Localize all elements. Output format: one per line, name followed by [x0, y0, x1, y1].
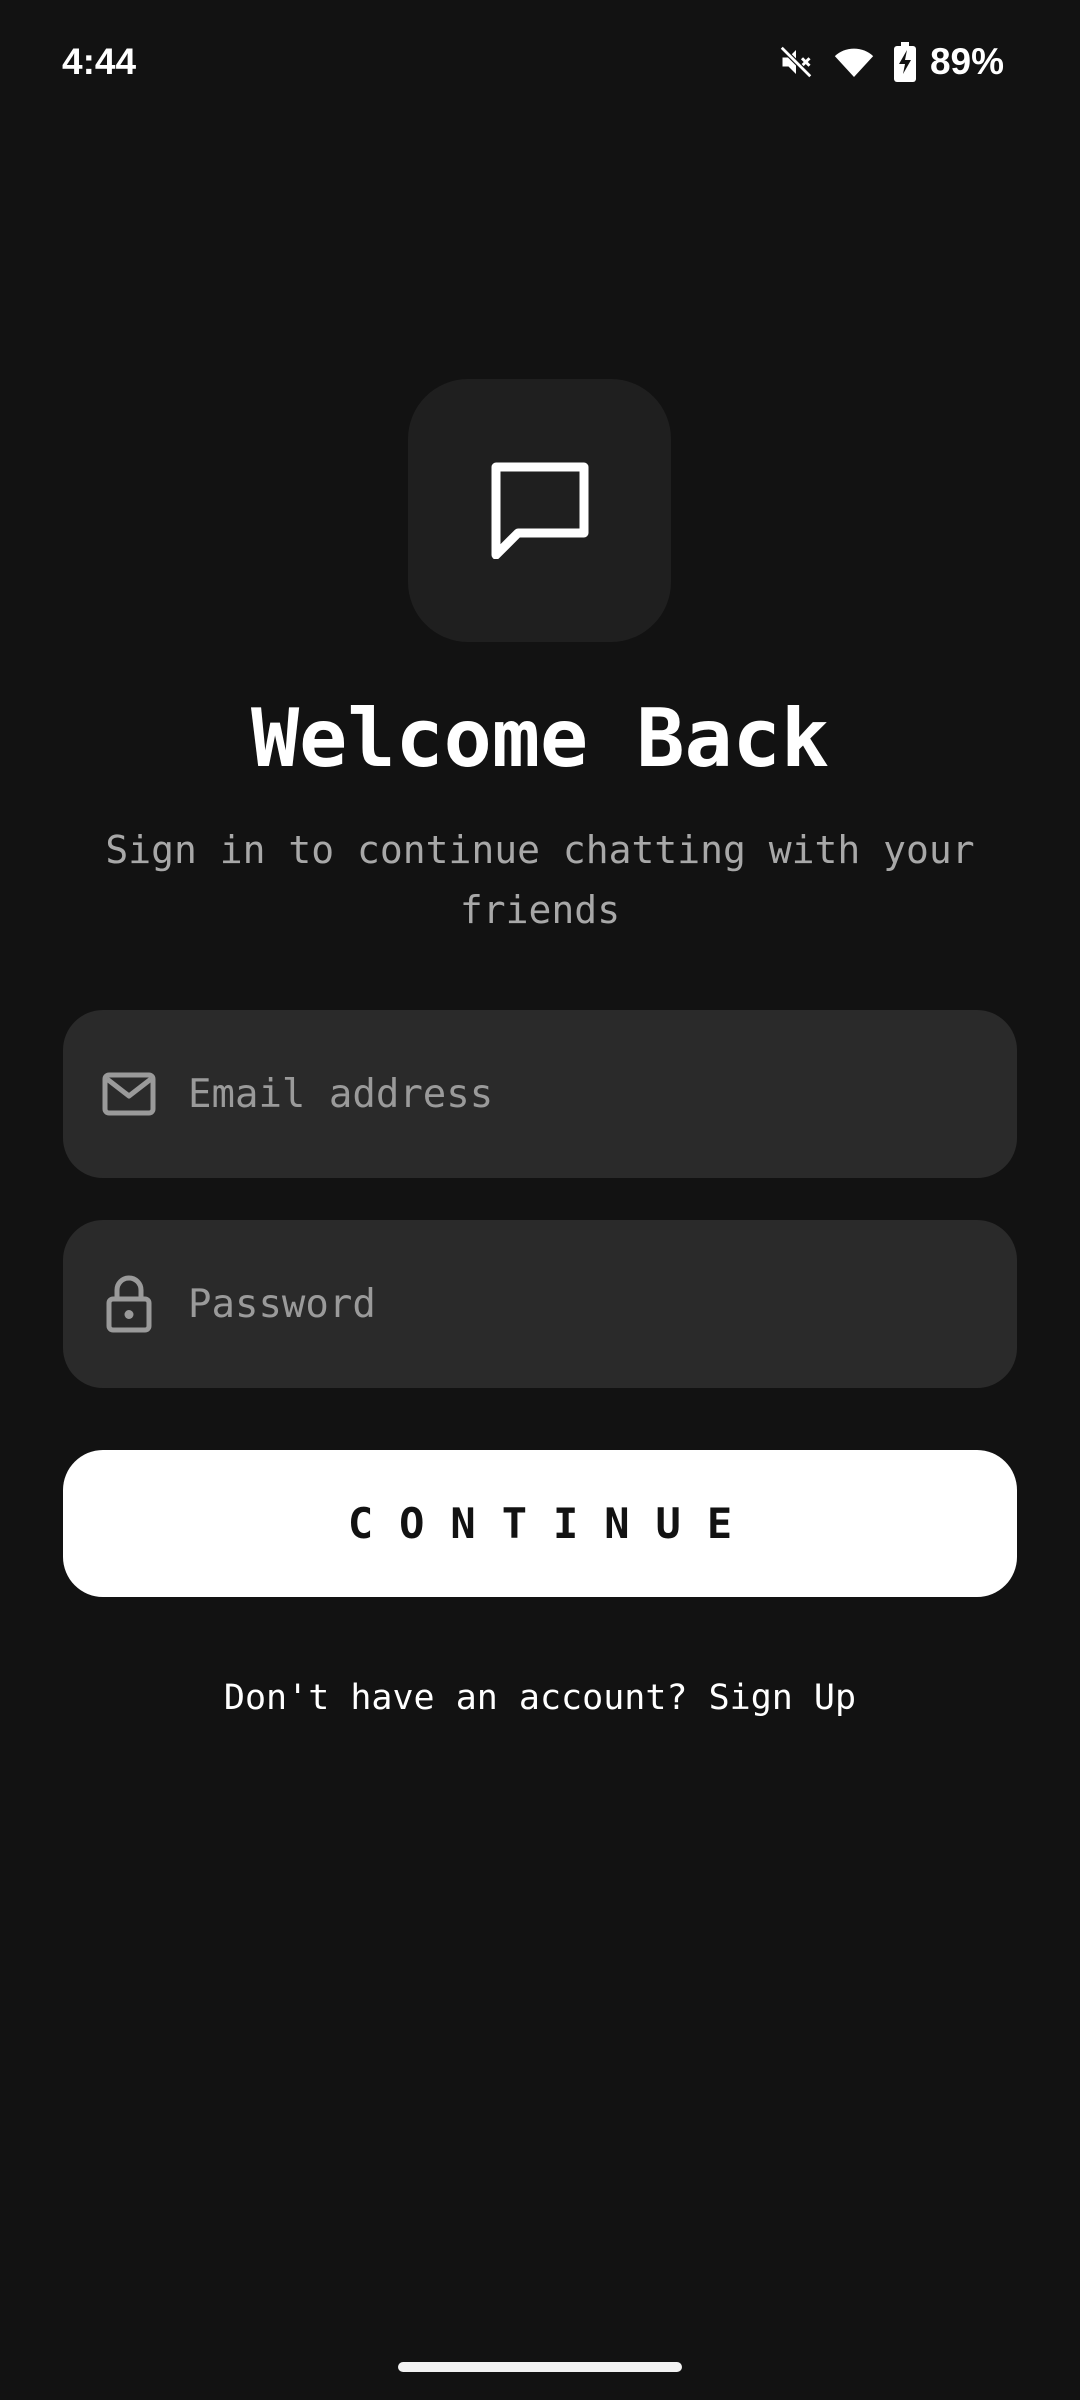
status-time: 4:44	[62, 41, 137, 82]
sign-up-link[interactable]: Sign Up	[709, 1678, 857, 1718]
chat-bubble-icon	[488, 459, 592, 563]
battery-percent: 89%	[929, 41, 1004, 82]
password-field-container[interactable]	[63, 1220, 1017, 1392]
lock-icon	[99, 1274, 159, 1334]
status-icons: 89%	[778, 36, 1004, 88]
email-field-container[interactable]	[63, 1010, 1017, 1182]
mute-icon	[778, 44, 814, 80]
continue-button[interactable]: CONTINUE	[63, 1450, 1017, 1597]
home-indicator[interactable]	[398, 2362, 682, 2372]
signup-prompt-text: Don't have an account?	[223, 1678, 688, 1718]
email-input[interactable]	[188, 1010, 988, 1182]
password-input[interactable]	[188, 1220, 988, 1392]
wifi-icon	[834, 44, 874, 80]
app-logo	[408, 379, 671, 642]
page-subtitle: Sign in to continue chatting with your f…	[105, 828, 975, 932]
page-title: Welcome Back	[251, 692, 829, 785]
signup-prompt: Don't have an account? Sign Up	[0, 1670, 1080, 1726]
mail-icon	[99, 1064, 159, 1124]
battery-charging-icon	[893, 42, 916, 82]
status-bar: 4:44 89%	[0, 0, 1080, 126]
